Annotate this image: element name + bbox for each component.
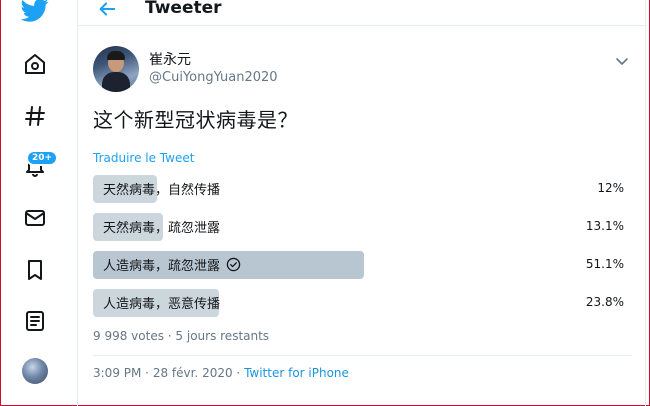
poll-option-percent: 23.8%	[585, 295, 624, 309]
hashtag-icon[interactable]	[21, 102, 49, 130]
divider	[93, 355, 632, 356]
poll-meta: 9 998 votes · 5 jours restants	[93, 329, 270, 343]
home-icon[interactable]	[21, 50, 49, 78]
back-arrow-icon[interactable]	[96, 0, 118, 20]
poll-option-percent: 12%	[597, 181, 624, 195]
poll-votes: 9 998 votes	[93, 329, 164, 343]
notification-badge: 20+	[26, 150, 59, 166]
translate-tweet-link[interactable]: Traduire le Tweet	[93, 151, 194, 165]
author-handle[interactable]: @CuiYongYuan2020	[149, 70, 278, 85]
poll-option-winner: 人造病毒，疏忽泄露 51.1%	[93, 251, 624, 279]
poll-remaining: 5 jours restants	[175, 329, 270, 343]
poll-option-label: 天然病毒，疏忽泄露	[103, 221, 221, 236]
poll-option: 人造病毒，恶意传播 23.8%	[93, 289, 624, 317]
bookmark-icon[interactable]	[21, 256, 49, 284]
tweet-source[interactable]: Twitter for iPhone	[244, 366, 349, 380]
check-circle-icon	[226, 257, 241, 272]
poll-option-percent: 51.1%	[585, 257, 624, 271]
main-column: Tweeter 崔永元 @CuiYongYuan2020 这个新型冠状病毒是？ …	[77, 0, 647, 406]
page-header: Tweeter	[78, 0, 647, 26]
twitter-bird-icon[interactable]	[21, 0, 49, 24]
list-icon[interactable]	[21, 307, 49, 335]
tweet-date[interactable]: 28 févr. 2020	[153, 366, 233, 380]
sidebar-nav: 20+	[0, 0, 70, 406]
chevron-down-icon[interactable]	[615, 52, 629, 65]
tweet-timestamp: 3:09 PM · 28 févr. 2020 · Twitter for iP…	[93, 366, 349, 380]
mail-icon[interactable]	[21, 204, 49, 232]
page-title: Tweeter	[145, 0, 222, 18]
profile-avatar[interactable]	[22, 358, 48, 384]
poll-option-percent: 13.1%	[585, 219, 624, 233]
poll-option: 天然病毒，疏忽泄露 13.1%	[93, 213, 624, 241]
author-name[interactable]: 崔永元	[149, 49, 191, 69]
author-avatar[interactable]	[93, 46, 139, 92]
poll-option: 天然病毒，自然传播 12%	[93, 175, 624, 203]
poll-option-label: 人造病毒，疏忽泄露	[103, 255, 241, 274]
tweet-time[interactable]: 3:09 PM	[93, 366, 141, 380]
poll-option-label: 人造病毒，恶意传播	[103, 297, 221, 312]
tweet-text: 这个新型冠状病毒是？	[93, 108, 298, 132]
poll-option-label: 天然病毒，自然传播	[103, 183, 221, 198]
